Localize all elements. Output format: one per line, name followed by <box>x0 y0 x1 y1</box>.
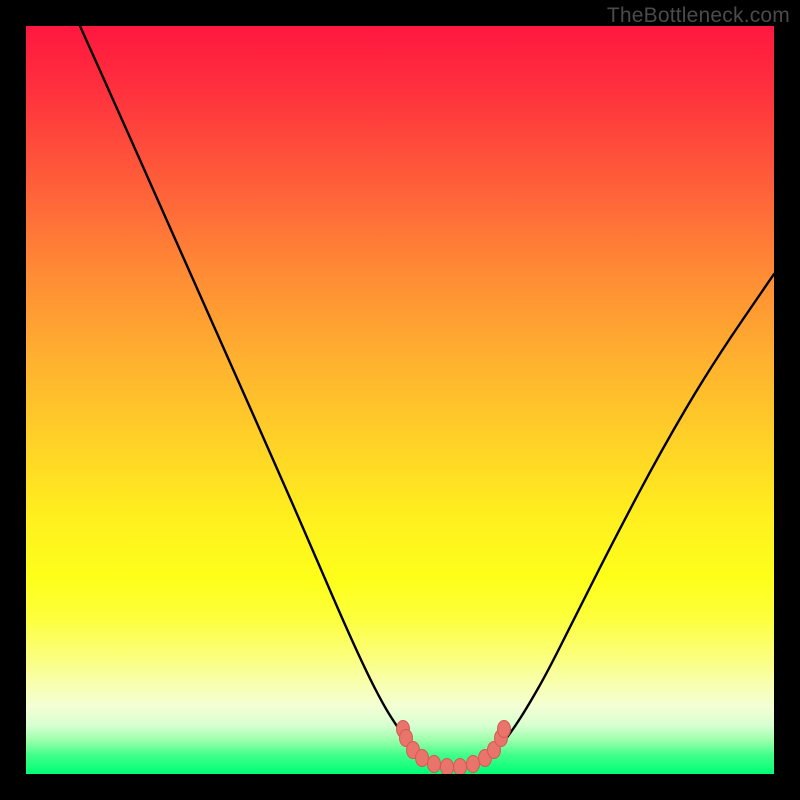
floor-marker <box>428 756 441 773</box>
chart-frame: TheBottleneck.com <box>0 0 800 800</box>
floor-marker <box>454 759 467 775</box>
floor-marker <box>498 721 511 738</box>
plot-area <box>26 26 774 774</box>
watermark-text: TheBottleneck.com <box>607 4 790 28</box>
floor-marker <box>467 756 480 773</box>
bottleneck-curve-svg <box>26 26 774 774</box>
floor-marker <box>441 759 454 775</box>
floor-markers <box>397 721 511 775</box>
bottleneck-curve <box>80 26 774 768</box>
floor-marker <box>416 750 429 767</box>
